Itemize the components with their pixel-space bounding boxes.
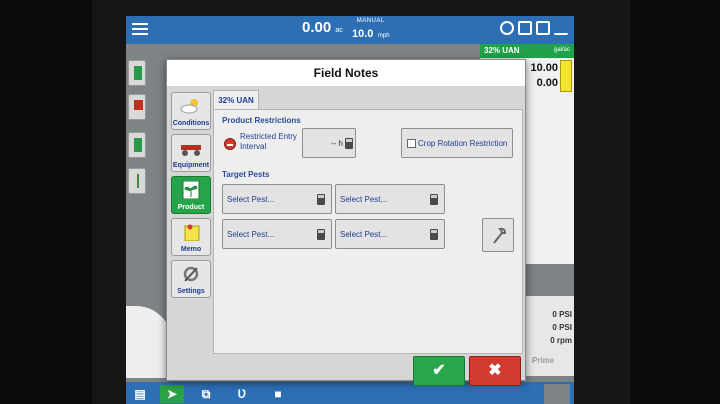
pest-selector-2[interactable]: Select Pest...	[335, 184, 445, 214]
gps-status-icon[interactable]	[500, 21, 514, 35]
pest-placeholder: Select Pest...	[340, 230, 388, 239]
planter-icon	[181, 145, 201, 156]
product-restrictions-heading: Product Restrictions	[222, 116, 301, 125]
side-label-conditions: Conditions	[172, 120, 210, 127]
side-button-memo[interactable]: Memo	[171, 218, 211, 256]
crop-rotation-label: Crop Rotation Restriction	[418, 139, 508, 148]
prime-button[interactable]: Prime	[532, 356, 554, 365]
split-screen-icon[interactable]: ⧉	[194, 385, 218, 403]
camera-icon[interactable]: ■	[266, 385, 290, 403]
signal-status-icon[interactable]	[554, 21, 568, 35]
pest-selector-4[interactable]: Select Pest...	[335, 219, 445, 249]
keypad-icon	[345, 138, 353, 149]
bar-chart-tool-icon[interactable]	[128, 132, 146, 158]
target-rate: 10.00	[530, 62, 558, 74]
home-icon[interactable]	[544, 384, 570, 404]
grid-status-icon[interactable]	[536, 21, 550, 35]
field-notes-dialog: Field Notes Conditions Equipment Product	[166, 59, 526, 386]
side-label-equipment: Equipment	[172, 162, 210, 169]
pest-placeholder: Select Pest...	[227, 230, 275, 239]
side-button-product[interactable]: Product	[171, 176, 211, 214]
accept-button[interactable]: ✔	[413, 356, 465, 386]
navigation-icon[interactable]: ➤	[160, 385, 184, 403]
area-value: 0.00	[302, 19, 332, 36]
top-status-bar: 0.00 ac MANUAL 10.0 mph	[126, 16, 574, 44]
implement-status-icon[interactable]	[518, 21, 532, 35]
side-button-conditions[interactable]: Conditions	[171, 92, 211, 130]
pin-note-icon	[184, 224, 200, 241]
wrench-icon	[493, 227, 507, 244]
rei-value: -- h	[331, 139, 343, 148]
rate-product-name: 32% UAN	[484, 46, 520, 55]
rate-unit: gal/ac	[553, 47, 570, 53]
no-entry-icon	[224, 138, 236, 150]
actual-rate: 0.00	[536, 77, 558, 89]
rate-level-bar	[560, 60, 572, 92]
seedling-icon	[182, 181, 200, 199]
keypad-icon	[430, 229, 438, 240]
side-button-equipment[interactable]: Equipment	[171, 134, 211, 172]
pest-placeholder: Select Pest...	[227, 195, 275, 204]
cancel-button[interactable]: ✖	[469, 356, 521, 386]
rei-input[interactable]: -- h	[302, 128, 356, 158]
side-button-settings[interactable]: Settings	[171, 260, 211, 298]
product-content-panel: Product Restrictions Restricted Entry In…	[213, 109, 523, 354]
pest-placeholder: Select Pest...	[340, 195, 388, 204]
side-label-memo: Memo	[180, 246, 202, 253]
pen-tool-icon[interactable]	[128, 168, 146, 194]
keypad-icon	[317, 229, 325, 240]
rpm-reading: 0 rpm	[550, 336, 572, 345]
gear-wrench-icon	[183, 266, 199, 282]
area-unit: ac	[335, 27, 343, 34]
pressure-reading-1: 0 PSI	[552, 310, 572, 319]
manual-speed-unit: mph	[377, 33, 390, 39]
hamburger-menu-icon[interactable]	[130, 20, 150, 40]
manual-speed-readout: MANUAL 10.0 mph	[352, 18, 390, 42]
pest-settings-button[interactable]	[482, 218, 514, 252]
target-pests-heading: Target Pests	[222, 170, 270, 179]
left-tool-strip	[126, 60, 148, 220]
pest-selector-3[interactable]: Select Pest...	[222, 219, 332, 249]
status-icons	[500, 21, 568, 35]
display-screen: 0.00 ac MANUAL 10.0 mph 32% UAN gal/ac 1…	[126, 16, 574, 404]
manual-label: MANUAL	[356, 18, 385, 24]
cloud-sun-icon	[180, 99, 198, 114]
crop-rotation-checkbox[interactable]	[407, 139, 416, 148]
document-icon[interactable]: ▤	[128, 385, 152, 403]
flag-tool-icon[interactable]	[128, 94, 146, 120]
keypad-icon	[430, 194, 438, 205]
keypad-icon	[317, 194, 325, 205]
legend-tool-icon[interactable]	[128, 60, 146, 86]
tab-product[interactable]: 32% UAN	[213, 90, 259, 110]
side-label-settings: Settings	[177, 288, 205, 295]
manual-speed-value: 10.0	[352, 28, 374, 40]
pest-selector-1[interactable]: Select Pest...	[222, 184, 332, 214]
rei-label: Restricted Entry Interval	[240, 132, 297, 151]
rate-product-header[interactable]: 32% UAN gal/ac	[480, 44, 574, 58]
vt-icon[interactable]: Ʋ	[230, 385, 254, 403]
dialog-title: Field Notes	[167, 60, 525, 86]
area-readout: 0.00 ac	[302, 19, 343, 36]
pressure-reading-2: 0 PSI	[552, 323, 572, 332]
crop-rotation-restriction-toggle[interactable]: Crop Rotation Restriction	[401, 128, 513, 158]
side-label-product: Product	[177, 204, 205, 211]
